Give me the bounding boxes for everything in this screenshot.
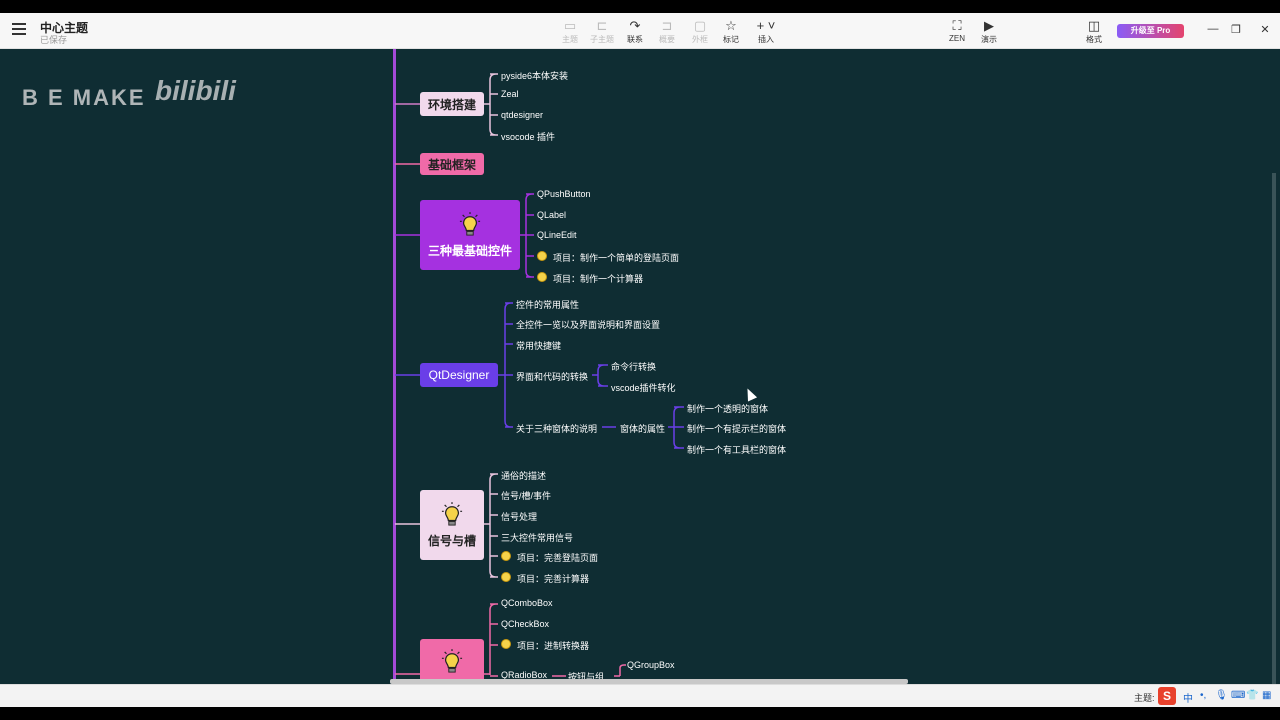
leaf-signal-handling[interactable]: 信号处理 [501, 510, 537, 523]
branch-basic-controls[interactable]: 三种最基础控件 [420, 200, 520, 270]
present-button[interactable]: ▶ 演示 [974, 17, 1004, 45]
topic-icon: ▭ [563, 18, 577, 33]
format-panel-icon: ◫ [1087, 18, 1101, 33]
keyboard-icon[interactable]: ⌨ [1231, 690, 1245, 701]
minimize-icon[interactable]: — [1206, 23, 1220, 35]
fullscreen-icon: ⛶ [952, 18, 962, 33]
branch-environment-setup[interactable]: 环境搭建 [420, 92, 484, 116]
leaf-project-base-converter[interactable]: 项目：进制转换器 [517, 639, 589, 652]
leaf-window-attributes[interactable]: 窗体的属性 [620, 422, 665, 435]
vertical-scrollbar[interactable] [1272, 173, 1276, 693]
boundary-button[interactable]: ▢ 外框 [685, 17, 715, 45]
present-icon: ▶ [984, 18, 994, 33]
leaf-plain-description[interactable]: 通俗的描述 [501, 469, 546, 482]
zen-button[interactable]: ⛶ ZEN [942, 17, 972, 43]
lightbulb-icon [441, 501, 463, 526]
leaf-all-controls-overview[interactable]: 全控件一览以及界面说明和界面设置 [516, 318, 660, 331]
branch-more-controls[interactable] [420, 639, 484, 684]
close-icon[interactable]: ✕ [1258, 23, 1272, 36]
leaf-qlabel[interactable]: QLabel [537, 210, 566, 220]
leaf-signal-slot-event[interactable]: 信号/槽/事件 [501, 489, 551, 502]
leaf-qtdesigner[interactable]: qtdesigner [501, 110, 543, 120]
restore-icon[interactable]: ❐ [1229, 23, 1243, 36]
app-window: 中心主题 已保存 ▭ 主题 ⊏ 子主题 ↷ 联系 ⊐ 概要 ▢ 外框 ☆ 标记 + ˅ 插入 … [0, 13, 1280, 707]
marker-button[interactable]: ☆ 标记 [716, 17, 746, 45]
ime-mode[interactable]: 中 [1183, 690, 1193, 705]
summary-button[interactable]: ⊐ 概要 [652, 17, 682, 45]
project-marker-icon [537, 251, 547, 261]
leaf-project-improve-calculator[interactable]: 项目：完善计算器 [517, 572, 589, 585]
leaf-ui-code-conversion[interactable]: 界面和代码的转换 [516, 370, 588, 383]
punctuation-icon[interactable]: •, [1200, 690, 1206, 701]
relationship-icon: ↷ [629, 18, 641, 33]
leaf-pyside6-install[interactable]: pyside6本体安装 [501, 69, 568, 82]
leaf-vscode-conversion[interactable]: vscode插件转化 [611, 381, 676, 394]
branch-qtdesigner[interactable]: QtDesigner [420, 363, 498, 387]
lightbulb-icon [441, 649, 463, 673]
skin-icon[interactable]: 👕 [1246, 690, 1258, 701]
branch-basic-framework[interactable]: 基础框架 [420, 153, 484, 175]
project-marker-icon [537, 272, 547, 282]
leaf-shortcuts[interactable]: 常用快捷键 [516, 339, 561, 352]
leaf-vscode-plugin[interactable]: vsocode 插件 [501, 130, 555, 143]
microphone-icon[interactable]: 🎙 [1215, 690, 1228, 701]
leaf-project-improve-login[interactable]: 项目：完善登陆页面 [517, 551, 598, 564]
branch-signals-slots[interactable]: 信号与槽 [420, 490, 484, 560]
leaf-qgroupbox[interactable]: QGroupBox [627, 660, 675, 670]
format-button[interactable]: ◫ 格式 [1079, 17, 1109, 45]
leaf-statusbar-window[interactable]: 制作一个有提示栏的窗体 [687, 422, 786, 435]
plus-icon: + ˅ [756, 18, 776, 33]
project-marker-icon [501, 551, 511, 561]
summary-icon: ⊐ [661, 18, 673, 33]
upgrade-pro-button[interactable]: 升级至 Pro [1117, 24, 1184, 38]
leaf-common-properties[interactable]: 控件的常用属性 [516, 298, 579, 311]
grid-icon[interactable]: ▦ [1262, 690, 1271, 701]
leaf-cli-conversion[interactable]: 命令行转换 [611, 360, 656, 373]
topic-button[interactable]: ▭ 主题 [555, 17, 585, 45]
relationship-button[interactable]: ↷ 联系 [620, 17, 650, 45]
theme-label[interactable]: 主题: [1134, 691, 1155, 704]
boundary-icon: ▢ [693, 18, 707, 33]
hamburger-menu-icon[interactable] [12, 23, 26, 37]
sogou-ime-icon[interactable]: S [1158, 687, 1176, 705]
leaf-qpushbutton[interactable]: QPushButton [537, 189, 591, 199]
leaf-common-signals[interactable]: 三大控件常用信号 [501, 531, 573, 544]
leaf-qlineedit[interactable]: QLineEdit [537, 230, 577, 240]
leaf-zeal[interactable]: Zeal [501, 89, 519, 99]
mindmap-canvas[interactable]: B E MAKE bilibili 环境搭建 pyside6本体安装 Zeal … [0, 49, 1280, 684]
leaf-project-calculator[interactable]: 项目：制作一个计算器 [553, 272, 643, 285]
leaf-qcombobox[interactable]: QComboBox [501, 598, 553, 608]
star-icon: ☆ [725, 18, 737, 33]
subtopic-button[interactable]: ⊏ 子主题 [587, 17, 617, 45]
save-status: 已保存 [40, 35, 68, 45]
leaf-qcheckbox[interactable]: QCheckBox [501, 619, 549, 629]
leaf-project-login-page[interactable]: 项目：制作一个简单的登陆页面 [553, 251, 679, 264]
insert-button[interactable]: + ˅ 插入 [751, 17, 781, 45]
project-marker-icon [501, 572, 511, 582]
lightbulb-icon [459, 211, 481, 236]
project-marker-icon [501, 639, 511, 649]
status-bar: 主题: S 中 •, 🎙 ⌨ 👕 ▦ [0, 684, 1280, 707]
leaf-toolbar-window[interactable]: 制作一个有工具栏的窗体 [687, 443, 786, 456]
leaf-window-types[interactable]: 关于三种窗体的说明 [516, 422, 597, 435]
top-toolbar: 中心主题 已保存 ▭ 主题 ⊏ 子主题 ↷ 联系 ⊐ 概要 ▢ 外框 ☆ 标记 + ˅ 插入 … [0, 13, 1280, 49]
subtopic-icon: ⊏ [596, 18, 608, 33]
leaf-transparent-window[interactable]: 制作一个透明的窗体 [687, 402, 768, 415]
